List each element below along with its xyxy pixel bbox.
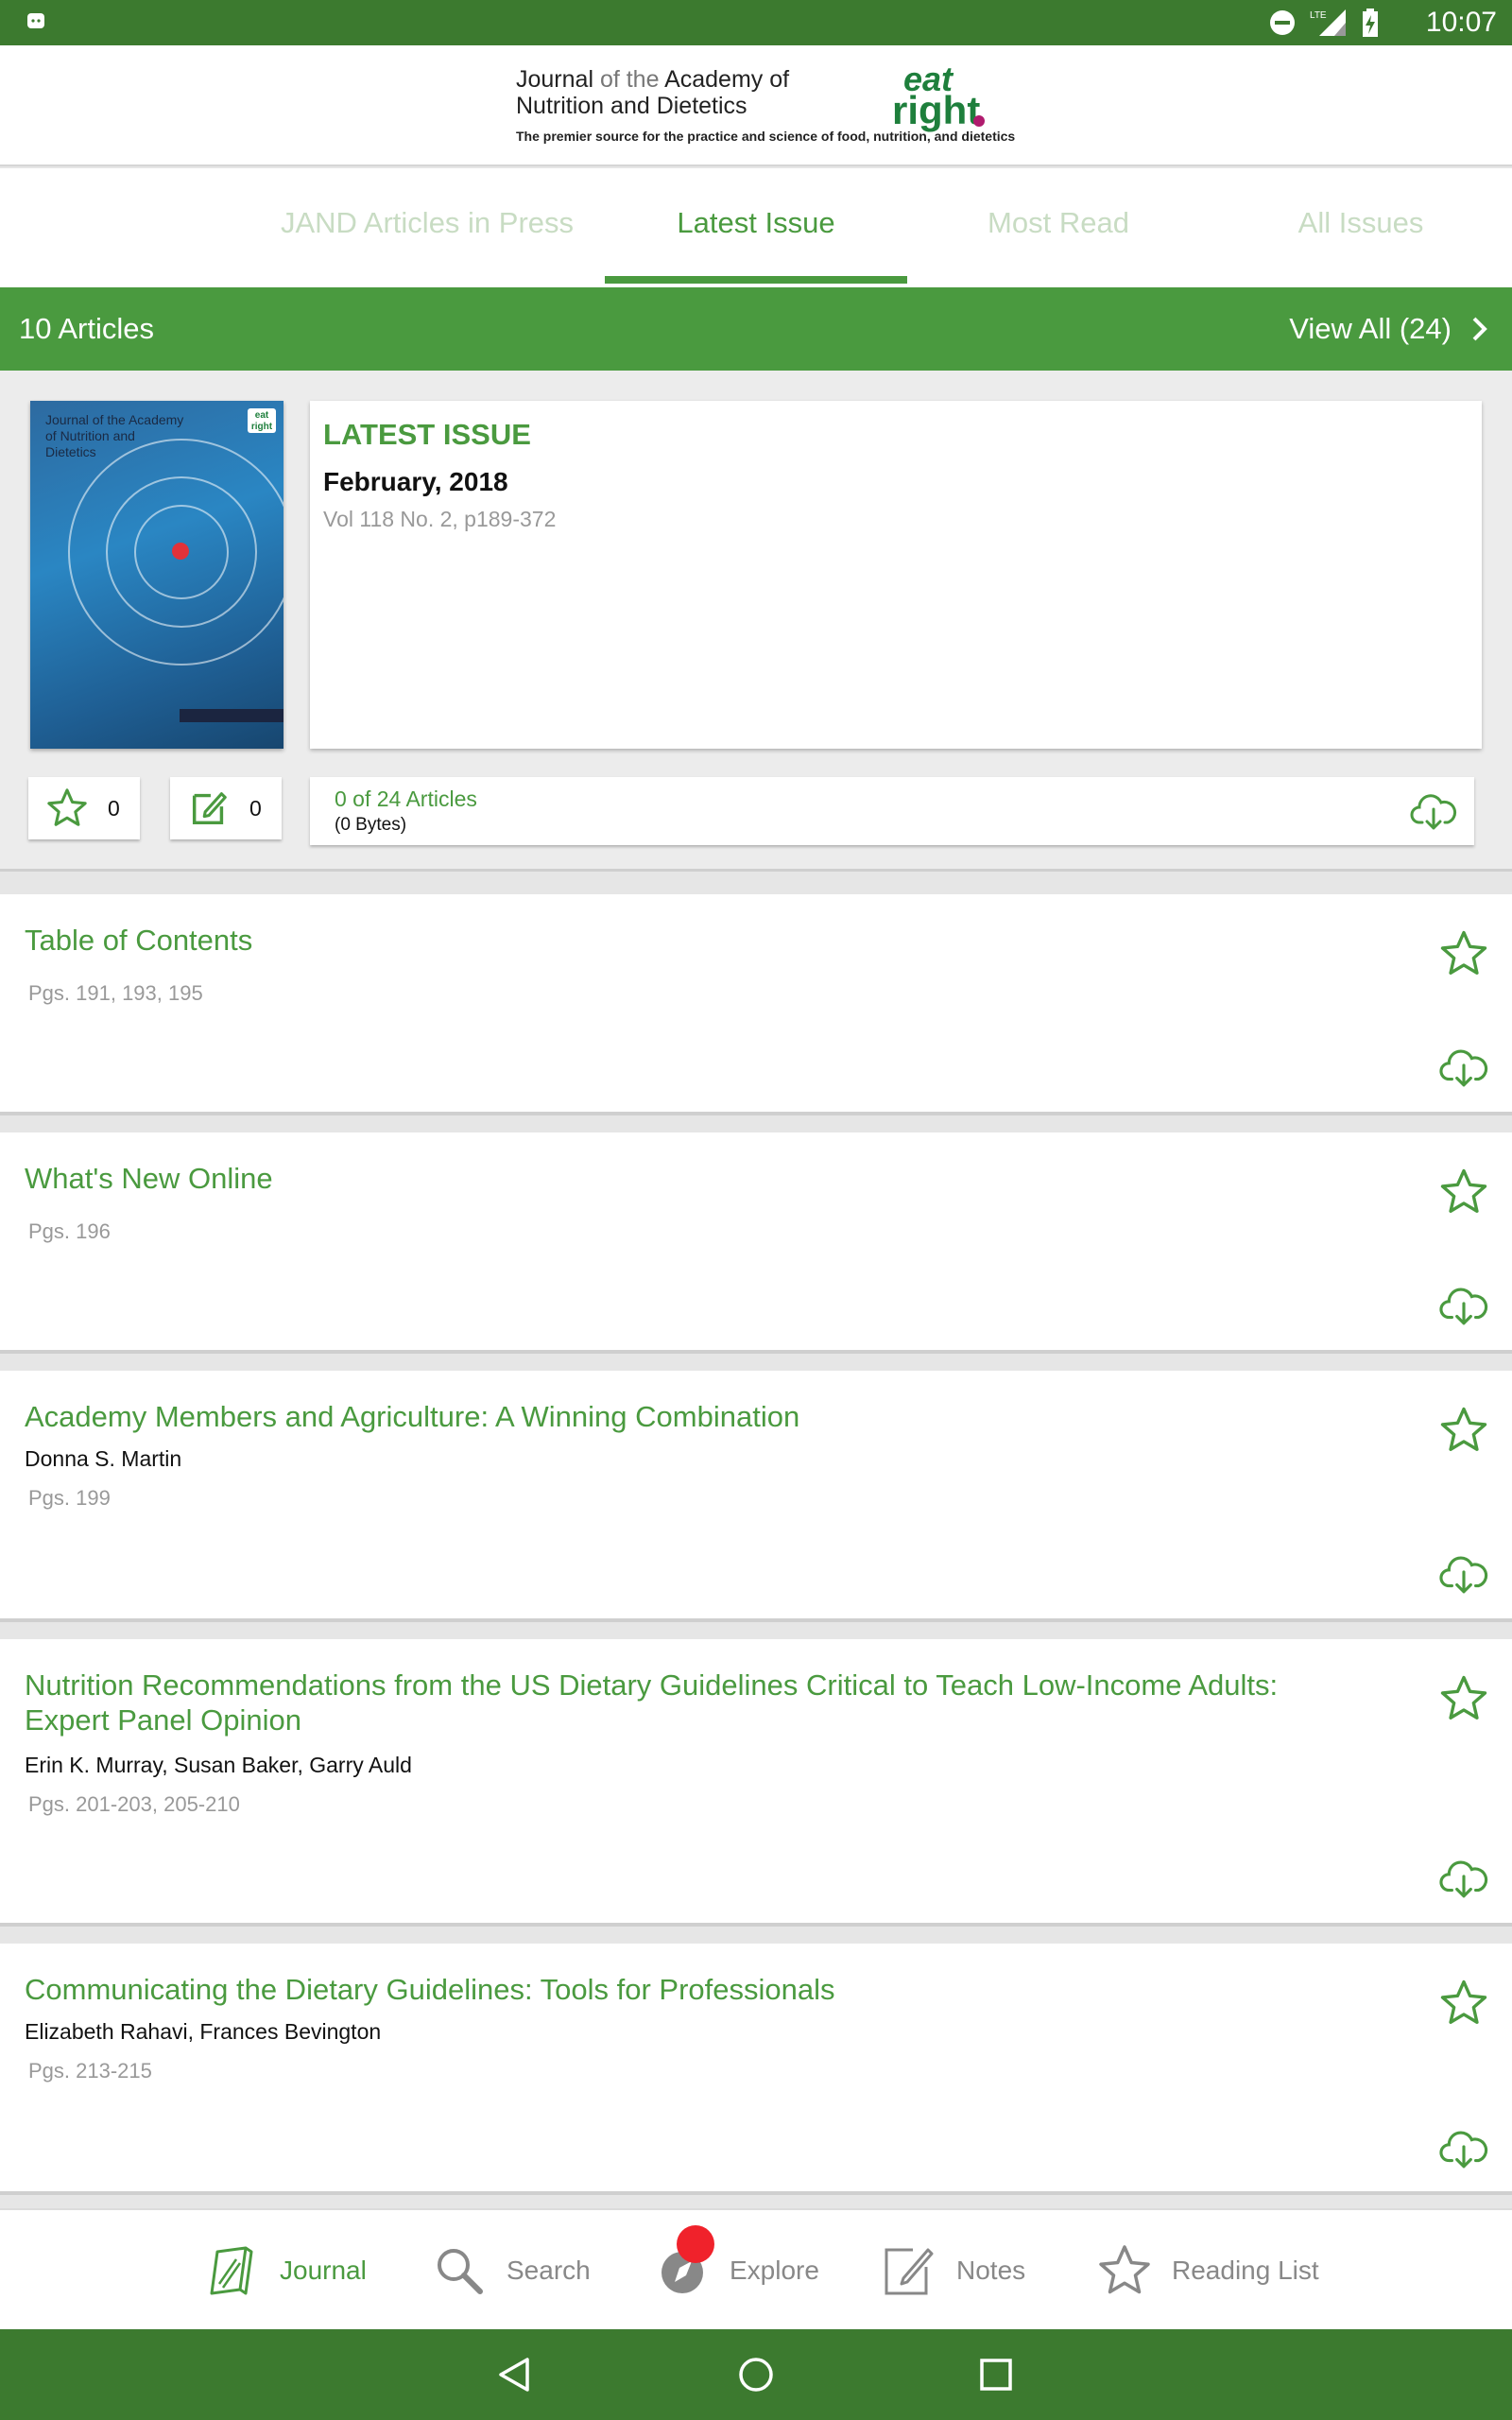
article-authors: Donna S. Martin [25,1446,182,1471]
brand-right: right [892,88,981,132]
search-icon [438,2249,483,2294]
view-all-link[interactable]: View All (24) [1289,287,1452,371]
cloud-download-icon[interactable] [1438,2127,1489,2170]
article-pages: Pgs. 196 [28,1219,111,1243]
battery-charging-icon [1363,9,1378,37]
notes-counter-button[interactable]: 0 [170,777,282,839]
article-card[interactable]: Academy Members and Agriculture: A Winni… [0,1371,1512,1622]
explore-notification-badge [677,2225,714,2263]
edit-note-icon [192,792,227,825]
tab-most-read[interactable]: Most Read [907,168,1210,278]
recents-icon[interactable] [973,2352,1019,2397]
cloud-download-icon[interactable] [1438,1857,1489,1900]
nav-search-label: Search [507,2256,591,2285]
logo-line-1: Journal of the Academy of [516,66,790,93]
notes-count: 0 [249,796,262,821]
download-size: (0 Bytes) [335,815,407,835]
star-icon[interactable] [1438,1405,1489,1456]
download-count: 0 of 24 Articles [335,786,477,811]
logo-line-2: Nutrition and Dietetics [516,93,747,119]
cover-eatright-logo: eat right [248,408,276,433]
tab-all-issues[interactable]: All Issues [1210,168,1512,278]
app-header: Journal of the Academy of Nutrition and … [0,45,1512,166]
article-title[interactable]: Academy Members and Agriculture: A Winni… [25,1399,1348,1434]
article-pages: Pgs. 213-215 [28,2059,152,2083]
cloud-download-icon[interactable] [1410,790,1457,832]
issue-date: February, 2018 [323,467,508,496]
cloud-download-icon[interactable] [1438,1552,1489,1596]
nav-reading-list[interactable]: Reading List [1096,2210,1319,2331]
article-card[interactable]: Communicating the Dietary Guidelines: To… [0,1944,1512,2195]
star-icon [1099,2245,1150,2294]
article-pages: Pgs. 199 [28,1486,111,1510]
issue-info-card[interactable]: LATEST ISSUE February, 2018 Vol 118 No. … [310,401,1482,749]
article-card[interactable]: Table of Contents Pgs. 191, 193, 195 [0,894,1512,1115]
back-icon[interactable] [493,2352,539,2397]
nav-reading-list-label: Reading List [1172,2256,1319,2285]
cloud-download-icon[interactable] [1438,1284,1489,1327]
star-icon[interactable] [1438,1167,1489,1218]
system-navigation-bar [0,2329,1512,2420]
article-authors: Elizabeth Rahavi, Frances Bevington [25,2019,382,2044]
nav-notes[interactable]: Notes [881,2210,1025,2331]
notes-icon [885,2248,934,2295]
svg-text:LTE: LTE [1310,10,1327,21]
bottom-navigation: Journal Search Explore Notes Reading Lis… [0,2208,1512,2329]
issue-volume: Vol 118 No. 2, p189-372 [323,507,557,531]
status-bar: LTE 10:07 [0,0,1512,45]
article-authors: Erin K. Murray, Susan Baker, Garry Auld [25,1753,412,1777]
nav-journal-label: Journal [280,2256,367,2285]
journal-logo: Journal of the Academy of Nutrition and … [516,62,1015,153]
cloud-download-icon[interactable] [1438,1046,1489,1089]
clock: 10:07 [1425,7,1497,38]
article-count: 10 Articles [19,312,155,345]
article-card[interactable]: What's New Online Pgs. 196 [0,1132,1512,1354]
star-icon [47,788,87,826]
tab-bar: JAND Articles in Press Latest Issue Most… [0,168,1512,287]
article-title[interactable]: What's New Online [25,1161,1348,1196]
starred-counter-button[interactable]: 0 [28,777,140,839]
chevron-right-icon[interactable] [1470,316,1489,342]
download-issue-bar[interactable]: 0 of 24 Articles (0 Bytes) [310,777,1474,845]
star-icon[interactable] [1438,1978,1489,2029]
brand-dot [973,115,985,127]
lte-icon: LTE [1310,9,1346,36]
star-icon[interactable] [1438,1673,1489,1724]
star-icon[interactable] [1438,928,1489,979]
home-icon[interactable] [733,2352,779,2397]
article-title[interactable]: Nutrition Recommendations from the US Di… [25,1668,1348,1737]
tab-articles-in-press[interactable]: JAND Articles in Press [276,168,578,278]
journal-icon [210,2246,253,2295]
article-card[interactable]: Nutrition Recommendations from the US Di… [0,1639,1512,1927]
nav-search[interactable]: Search [431,2210,591,2331]
tab-latest-issue[interactable]: Latest Issue [605,168,907,284]
article-title[interactable]: Communicating the Dietary Guidelines: To… [25,1972,1348,2007]
android-icon [27,13,44,28]
article-pages: Pgs. 201-203, 205-210 [28,1792,240,1816]
article-title[interactable]: Table of Contents [25,923,1348,958]
latest-issue-section: Journal of the Academy of Nutrition and … [0,371,1512,872]
nav-notes-label: Notes [956,2256,1026,2285]
nav-explore[interactable]: Explore [654,2210,819,2331]
nav-journal[interactable]: Journal [204,2210,367,2331]
nav-explore-label: Explore [730,2256,819,2285]
article-pages: Pgs. 191, 193, 195 [28,981,203,1005]
do-not-disturb-icon [1270,10,1295,35]
starred-count: 0 [108,796,120,821]
issue-cover-image[interactable]: Journal of the Academy of Nutrition and … [30,401,284,749]
issue-label: LATEST ISSUE [323,418,531,451]
articles-bar: 10 Articles View All (24) [0,287,1512,371]
